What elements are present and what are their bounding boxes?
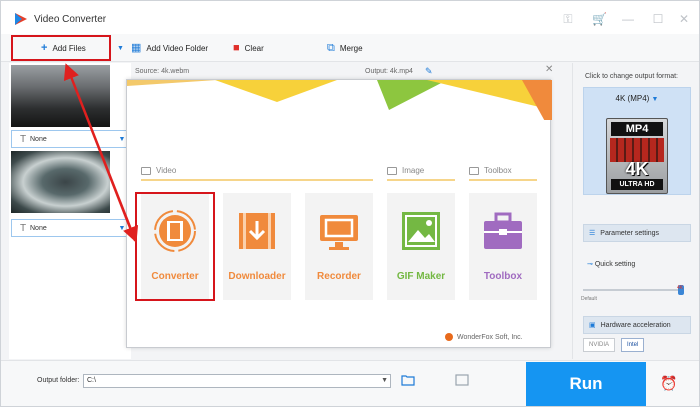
section-image: Image [387,166,424,175]
mp4-4k-icon: MP4 4K ULTRA HD [606,118,668,194]
output-label: Output: 4k.mp4 [365,68,413,75]
cart-icon[interactable]: 🛒 [592,12,607,26]
app-window: Video Converter ⚿ 🛒 — ☐ ✕ + Add Files ▼ … [0,0,700,407]
run-button[interactable]: Run [526,362,646,406]
wonderfox-logo-icon [445,333,453,341]
hardware-acceleration-button[interactable]: ▣ Hardware acceleration [583,316,691,334]
parameter-settings-label: Parameter settings [600,229,660,237]
image-icon [402,212,440,250]
right-panel: Click to change output format: 4K (MP4) … [572,63,699,359]
nvidia-chip[interactable]: NVIDIA [583,338,616,352]
quality-slider[interactable] [583,285,684,295]
text-icon: T [19,133,27,145]
toolbox-label: Toolbox [483,271,523,282]
quick-setting-label: Quick setting [594,261,636,268]
accel-options: NVIDIA Intel [583,338,691,352]
window-title: Video Converter [34,14,107,25]
output-format-selector[interactable]: 4K (MP4) ▼ MP4 4K ULTRA HD [583,87,691,195]
output-folder-input[interactable]: C:\ ▼ [83,374,391,388]
recorder-card[interactable]: Recorder [305,193,373,300]
merge-button[interactable]: ⧉ Merge [327,34,363,62]
minimize-icon[interactable]: — [621,12,635,26]
source-label: Source: 4k.webm [135,68,190,75]
slider-max-label: 4K [677,285,684,291]
subtitle-select[interactable]: T None ▼ [11,219,129,237]
chevron-down-icon: ▼ [117,44,124,52]
format-name: 4K (MP4) [615,94,650,103]
section-divider [469,179,537,181]
section-toolbox-label: Toolbox [484,166,512,175]
video-thumbnail[interactable] [11,65,110,127]
subtitle-select[interactable]: T None ▼ [11,130,129,148]
add-files-highlight [11,35,111,61]
title-bar: Video Converter ⚿ 🛒 — ☐ ✕ [1,1,699,34]
recorder-label: Recorder [317,271,361,282]
downloader-card[interactable]: Downloader [223,193,291,300]
merge-icon: ⧉ [327,41,335,54]
output-folder-label: Output folder: [37,377,80,384]
brand-footer: WonderFox Soft, Inc. [445,333,523,341]
add-video-folder-button[interactable]: ▦ Add Video Folder [131,34,208,62]
intel-chip[interactable]: Intel [621,338,645,352]
section-video: Video [141,166,176,175]
key-icon[interactable]: ⚿ [561,12,575,26]
section-toolbox: Toolbox [469,166,512,175]
format-title: 4K (MP4) ▼ [584,94,690,103]
folder-plus-icon: ▦ [131,41,142,54]
toolbox-card[interactable]: Toolbox [469,193,537,300]
bottom-bar: Output folder: C:\ ▼ Run ⏰ [1,360,699,406]
converter-highlight [135,192,215,301]
chip-icon: ▣ [589,322,596,329]
toolbox-section-icon [469,166,479,175]
folder-icon[interactable] [401,374,415,386]
toolbox-icon [484,212,522,249]
open-folder-icon[interactable] [455,374,469,386]
mp4-label: MP4 [611,122,663,136]
slider-min-label: Default [581,296,597,302]
add-files-dropdown[interactable]: ▼ [117,34,124,62]
popup-close-icon[interactable]: ✕ [545,64,553,75]
trash-icon: ■ [233,41,240,54]
gif-maker-label: GIF Maker [396,271,446,282]
edit-icon[interactable]: ✎ [425,66,433,77]
download-icon [239,213,275,249]
ultra-hd-label: ULTRA HD [611,179,663,190]
file-info-strip: Source: 4k.webm Output: 4k.mp4 ✎ [127,63,557,79]
parameter-settings-button[interactable]: ☰ Parameter settings [583,224,691,242]
maximize-icon[interactable]: ☐ [651,12,665,26]
subtitle-value: None [30,224,47,232]
decorative-banner [127,80,552,120]
close-icon[interactable]: ✕ [677,12,691,26]
gif-maker-card[interactable]: GIF Maker [387,193,455,300]
section-divider [141,179,373,181]
brand-label: WonderFox Soft, Inc. [457,333,523,341]
image-section-icon [387,166,397,175]
hardware-acceleration-label: Hardware acceleration [600,321,671,329]
sliders-icon: ☰ [589,230,596,237]
section-image-label: Image [402,166,425,175]
clear-label: Clear [244,43,264,53]
chevron-down-icon: ▼ [651,96,659,103]
add-video-folder-label: Add Video Folder [146,43,209,53]
alarm-clock-icon[interactable]: ⏰ [660,375,677,392]
clear-button[interactable]: ■ Clear [233,34,264,62]
slider-icon: ⊸ [587,261,593,268]
merge-label: Merge [339,43,363,53]
screen-record-icon [320,215,358,250]
file-list: T None ▼ T None ▼ [9,63,131,359]
subtitle-value: None [30,135,47,143]
video-thumbnail[interactable] [11,151,110,213]
section-divider [387,179,455,181]
output-folder-value: C:\ [87,377,96,384]
section-video-label: Video [156,166,177,175]
text-icon: T [19,222,27,234]
quick-setting: ⊸ Quick setting [587,260,635,268]
4k-label: 4K [625,159,649,179]
downloader-label: Downloader [228,271,286,282]
chevron-down-icon[interactable]: ▼ [381,375,388,387]
format-caption: Click to change output format: [585,73,678,80]
video-section-icon [141,166,151,175]
app-logo-icon [15,13,27,25]
